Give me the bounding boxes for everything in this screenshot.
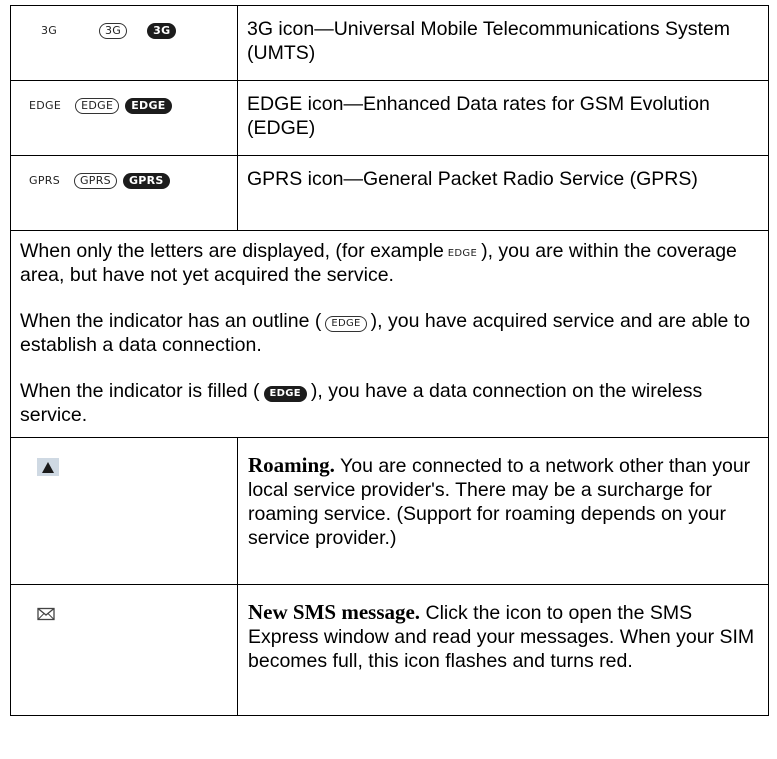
description-cell: GPRS icon—General Packet Radio Service (… (237, 155, 769, 231)
3g-outline-icon: 3G (99, 23, 128, 39)
edge-letters-icon: EDGE (447, 248, 478, 259)
note-outline: When the indicator has an outline (EDGE)… (20, 310, 751, 356)
sms-title: New SMS message. (248, 600, 421, 624)
3g-filled-icon: 3G (147, 23, 177, 39)
table-row-sms: New SMS message. Click the icon to open … (10, 584, 769, 716)
gprs-letters-icon: GPRS (29, 174, 60, 187)
edge-filled-icon: EDGE (263, 386, 307, 402)
notes-cell: When only the letters are displayed, (fo… (10, 230, 769, 438)
table-row-roaming: Roaming. You are connected to a network … (10, 437, 769, 585)
edge-outline-icon: EDGE (75, 98, 120, 114)
edge-filled-icon: EDGE (125, 98, 172, 114)
icon-cell: 3G 3G 3G (10, 5, 238, 81)
icon-cell: GPRS GPRS GPRS (10, 155, 238, 231)
edge-letters-icon: EDGE (29, 99, 62, 112)
note-letters: When only the letters are displayed, (fo… (20, 240, 737, 286)
description-cell: New SMS message. Click the icon to open … (237, 584, 769, 716)
description-cell: 3G icon—Universal Mobile Telecommunicati… (237, 5, 769, 81)
roaming-description: Roaming. You are connected to a network … (248, 453, 751, 549)
gprs-description: GPRS icon—General Packet Radio Service (… (247, 168, 698, 190)
roaming-triangle-icon (37, 458, 59, 476)
gprs-outline-icon: GPRS (73, 173, 117, 189)
icon-cell: EDGE EDGE EDGE (10, 80, 238, 156)
sms-description: New SMS message. Click the icon to open … (248, 600, 755, 672)
edge-outline-icon: EDGE (325, 316, 367, 332)
table-row-gprs: GPRS GPRS GPRS GPRS icon—General Packet … (10, 155, 769, 231)
table-row-3g: 3G 3G 3G 3G icon—Universal Mobile Teleco… (10, 5, 769, 81)
gprs-filled-icon: GPRS (122, 173, 170, 189)
roaming-title: Roaming. (248, 453, 335, 477)
table-row-notes: When only the letters are displayed, (fo… (10, 230, 769, 438)
icon-cell (10, 584, 238, 716)
note-filled: When the indicator is filled (EDGE), you… (20, 380, 703, 426)
table-row-edge: EDGE EDGE EDGE EDGE icon—Enhanced Data r… (10, 80, 769, 156)
envelope-icon (37, 607, 237, 626)
description-cell: EDGE icon—Enhanced Data rates for GSM Ev… (237, 80, 769, 156)
3g-letters-icon: 3G (41, 24, 58, 37)
status-icon-table: 3G 3G 3G 3G icon—Universal Mobile Teleco… (10, 5, 769, 716)
3g-description: 3G icon—Universal Mobile Telecommunicati… (247, 18, 730, 64)
icon-cell (10, 437, 238, 585)
edge-description: EDGE icon—Enhanced Data rates for GSM Ev… (247, 93, 710, 139)
description-cell: Roaming. You are connected to a network … (237, 437, 769, 585)
